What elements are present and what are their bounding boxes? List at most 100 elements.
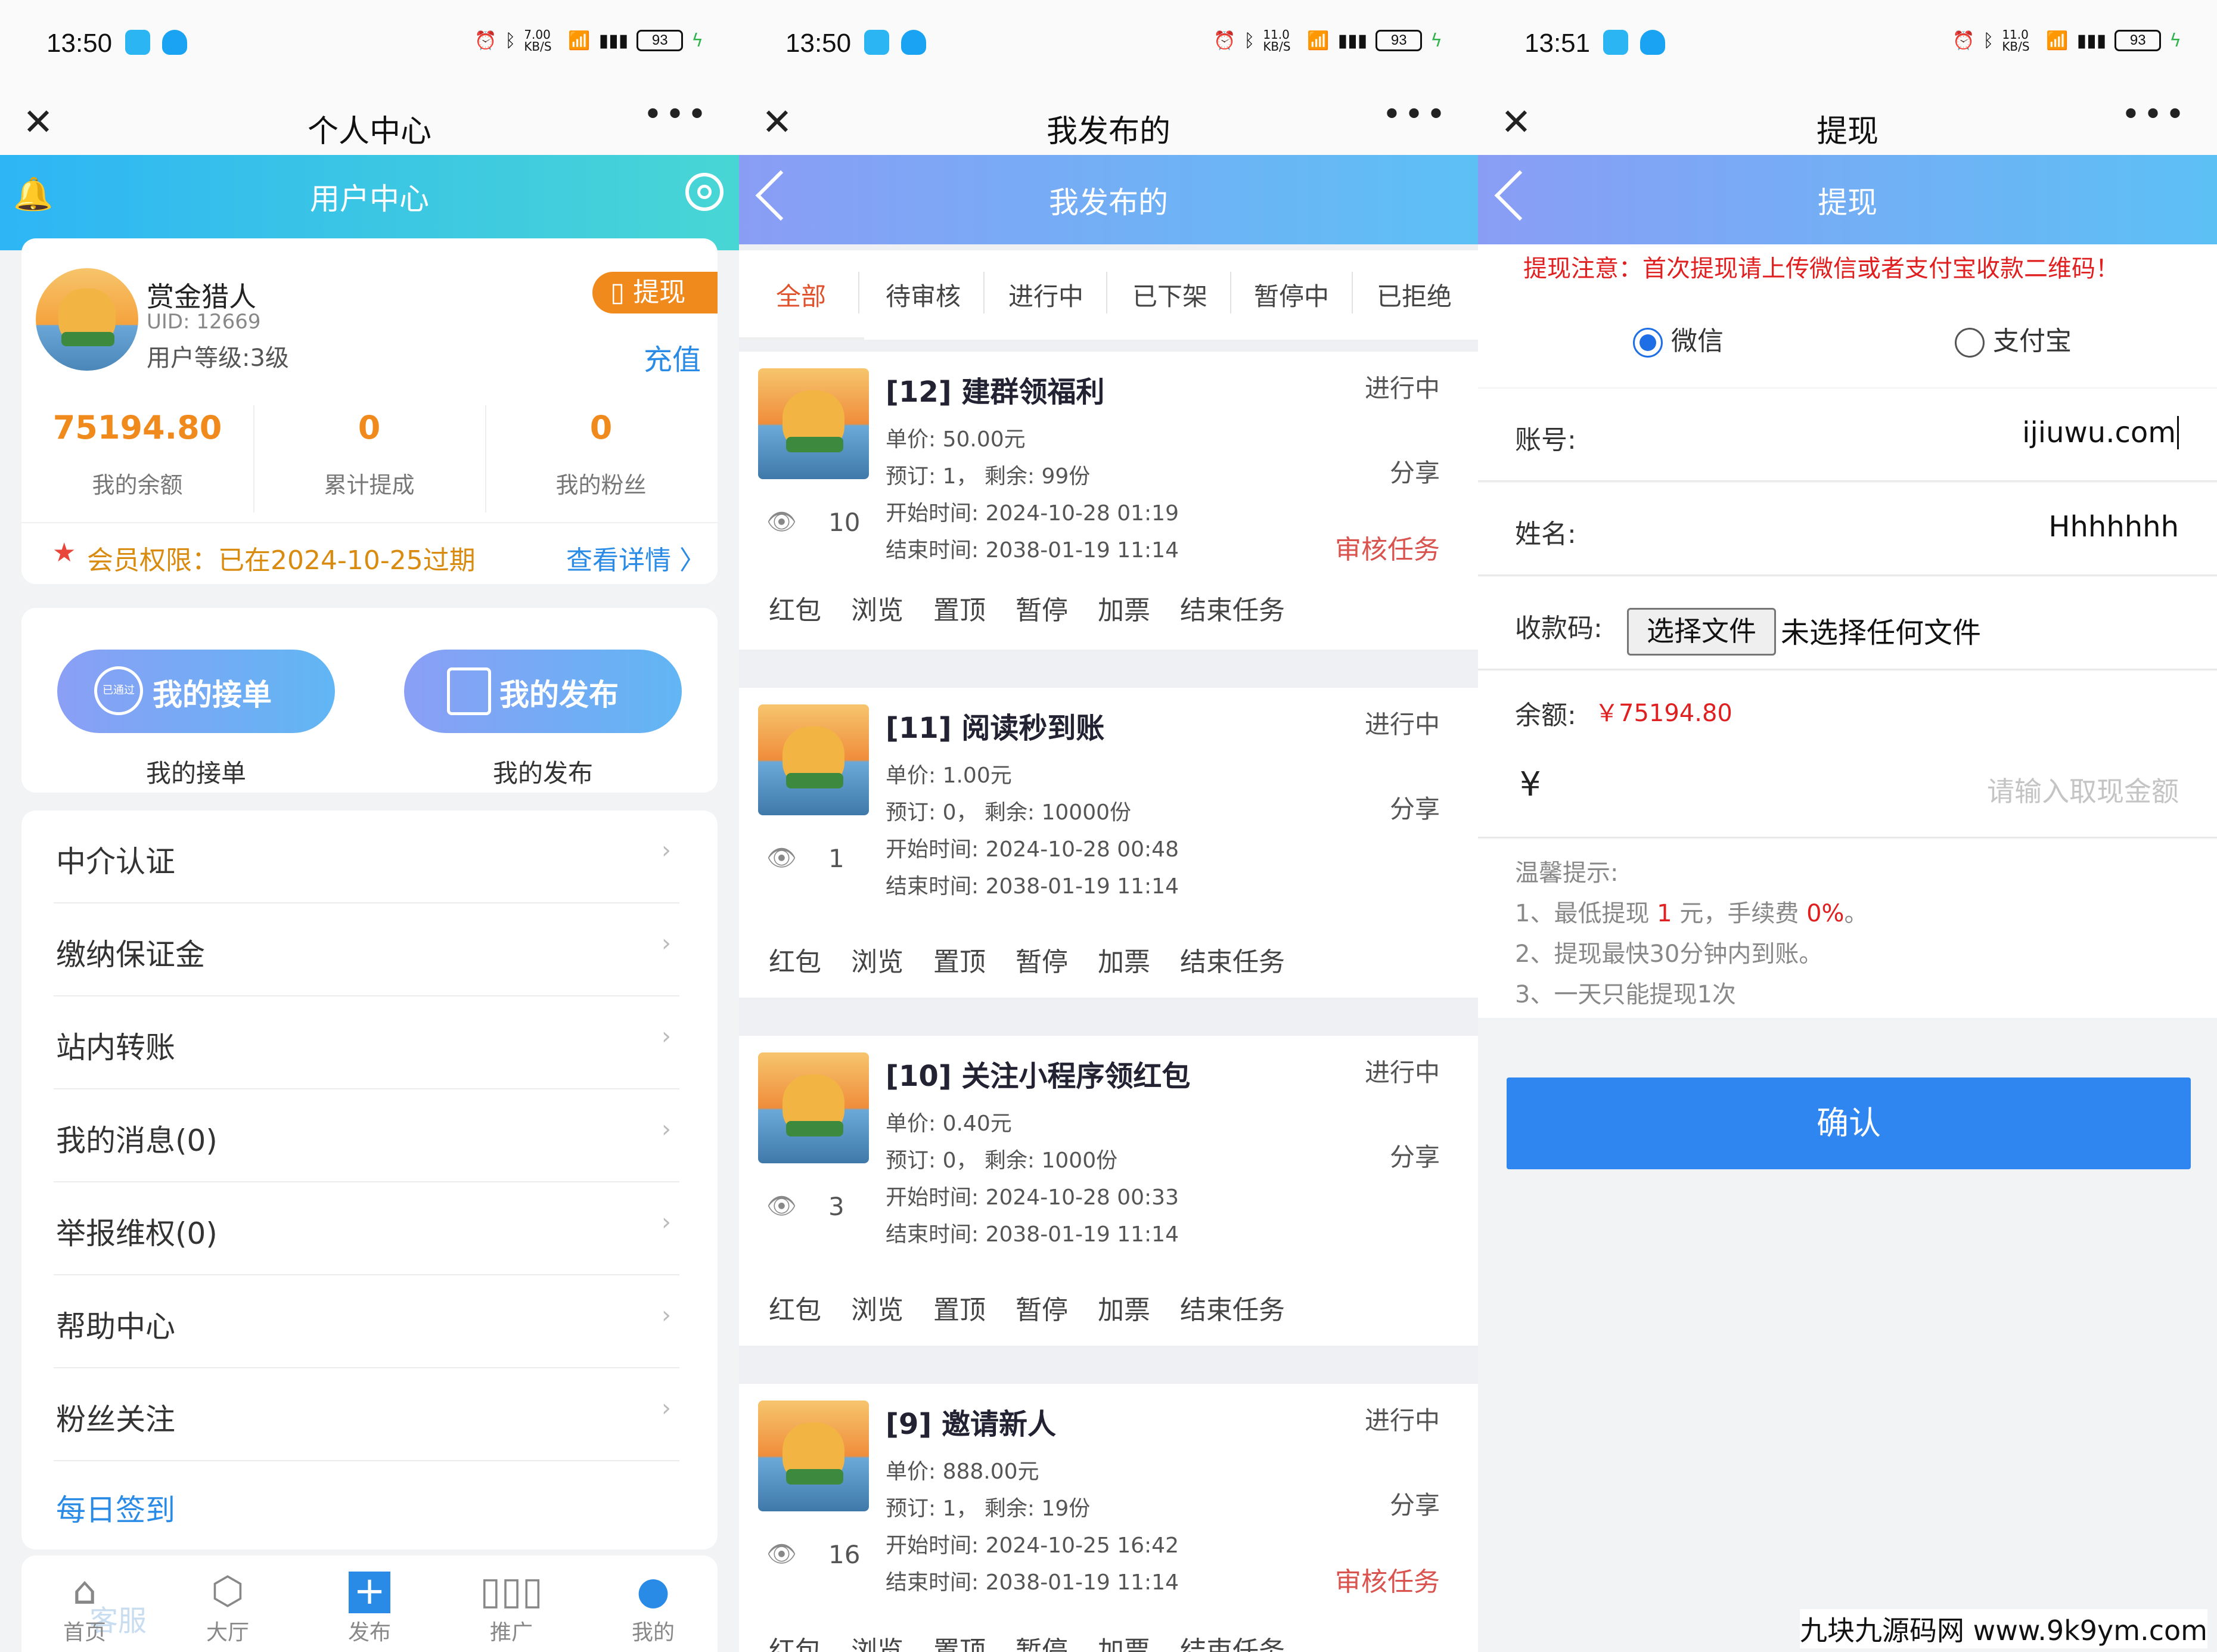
more-icon[interactable]: ••• (643, 95, 709, 134)
tab-label: 大厅 (206, 1620, 249, 1645)
action-end-task[interactable]: 结束任务 (1180, 1288, 1285, 1327)
tab-publish[interactable]: + 发布 (310, 1567, 429, 1646)
audit-task-button[interactable]: 审核任务 (1335, 1560, 1440, 1598)
more-icon[interactable]: ••• (1382, 95, 1448, 134)
settings-icon[interactable] (685, 173, 724, 211)
task-card[interactable]: [10] 关注小程序领红包 进行中 单价: 0.40元 预订: 0， 剩余: 1… (739, 1036, 1478, 1346)
wifi-icon: 📶 (568, 30, 591, 51)
bluetooth-icon: ᛒ (505, 30, 516, 51)
action-end-task[interactable]: 结束任务 (1180, 589, 1285, 627)
task-card[interactable]: [11] 阅读秒到账 进行中 单价: 1.00元 预订: 0， 剩余: 1000… (739, 688, 1478, 998)
tab-hall[interactable]: ⬡ 大厅 (168, 1567, 287, 1646)
tab-pending[interactable]: 待审核 (886, 277, 961, 313)
task-card[interactable]: [9] 邀请新人 进行中 单价: 888.00元 预订: 1， 剩余: 19份 … (739, 1384, 1478, 1652)
user-icon: ● (636, 1569, 670, 1613)
share-button[interactable]: 分享 (1390, 453, 1440, 489)
action-redpacket[interactable]: 红包 (769, 1629, 821, 1652)
choose-file-button[interactable]: 选择文件 (1627, 608, 1776, 656)
action-browse[interactable]: 浏览 (851, 1629, 903, 1652)
profile-uid: UID: 12669 (147, 310, 261, 334)
menu-item-deposit[interactable]: 缴纳保证金 › (54, 903, 679, 996)
daily-checkin-link[interactable]: 每日签到 (56, 1486, 175, 1529)
name-row[interactable]: 姓名: Hhhhhhh (1478, 483, 2217, 576)
action-redpacket[interactable]: 红包 (769, 589, 821, 627)
app-icon (864, 30, 889, 55)
radio-wechat[interactable]: 微信 (1633, 319, 1724, 358)
tab-promote[interactable]: ▯▯▯ 推广 (452, 1567, 571, 1646)
tab-paused[interactable]: 暂停中 (1254, 277, 1329, 313)
tab-all[interactable]: 全部 (776, 277, 826, 313)
my-orders-button[interactable]: 已通过 我的接单 (57, 650, 335, 733)
view-count: 3 (828, 1192, 844, 1221)
share-button[interactable]: 分享 (1390, 1485, 1440, 1521)
action-pause[interactable]: 暂停 (1016, 1629, 1068, 1652)
action-pin[interactable]: 置顶 (933, 1629, 986, 1652)
bluetooth-icon: ᛒ (1983, 30, 1994, 51)
radio-alipay[interactable]: 支付宝 (1955, 319, 2072, 358)
task-card[interactable]: [12] 建群领福利 进行中 单价: 50.00元 预订: 1， 剩余: 99份… (739, 352, 1478, 650)
confirm-button[interactable]: 确认 (1507, 1077, 2191, 1169)
my-posts-button[interactable]: 我的发布 (404, 650, 682, 733)
tab-removed[interactable]: 已下架 (1132, 277, 1207, 313)
action-pause[interactable]: 暂停 (1016, 589, 1068, 627)
account-input[interactable]: ijiuwu.com (2022, 416, 2179, 449)
menu-item-agent-cert[interactable]: 中介认证 › (54, 811, 679, 903)
qq-icon (901, 30, 926, 55)
membership-detail-link[interactable]: 查看详情 〉 (566, 539, 706, 577)
action-pin[interactable]: 置顶 (933, 1288, 986, 1327)
header-bar: 提现 (1478, 155, 2217, 244)
action-add-quota[interactable]: 加票 (1098, 940, 1150, 979)
tab-home[interactable]: ⌂ 首页 (25, 1567, 144, 1646)
menu-item-fans[interactable]: 粉丝关注 › (54, 1368, 679, 1461)
chevron-right-icon: › (662, 930, 671, 957)
tab-me[interactable]: ● 我的 (594, 1567, 713, 1646)
account-label: 账号: (1515, 425, 1576, 455)
name-input[interactable]: Hhhhhhh (2048, 510, 2179, 544)
action-add-quota[interactable]: 加票 (1098, 1288, 1150, 1327)
tip-text: 。 (1844, 900, 1868, 927)
share-button[interactable]: 分享 (1390, 1137, 1440, 1173)
chevron-right-icon: › (662, 837, 671, 864)
action-browse[interactable]: 浏览 (851, 940, 903, 979)
action-pause[interactable]: 暂停 (1016, 1288, 1068, 1327)
withdraw-button[interactable]: ▯ 提现 (592, 272, 718, 313)
action-add-quota[interactable]: 加票 (1098, 1629, 1150, 1652)
share-button[interactable]: 分享 (1390, 789, 1440, 825)
action-end-task[interactable]: 结束任务 (1180, 940, 1285, 979)
yuan-symbol: ¥ (1520, 765, 1541, 804)
more-icon[interactable]: ••• (2121, 95, 2187, 134)
action-end-task[interactable]: 结束任务 (1180, 1629, 1285, 1652)
tip-highlight: 0% (1806, 900, 1845, 927)
action-pin[interactable]: 置顶 (933, 589, 986, 627)
header-title: 我发布的 (1049, 185, 1168, 220)
account-row[interactable]: 账号: ijiuwu.com (1478, 389, 2217, 482)
menu-item-messages[interactable]: 我的消息(0) › (54, 1089, 679, 1182)
tab-active[interactable]: 进行中 (1008, 277, 1083, 313)
action-pause[interactable]: 暂停 (1016, 940, 1068, 979)
recharge-button[interactable]: 充值 (644, 336, 701, 378)
menu-item-help[interactable]: 帮助中心 › (54, 1275, 679, 1368)
stamp-icon: 已通过 (94, 666, 143, 715)
action-add-quota[interactable]: 加票 (1098, 589, 1150, 627)
stat-commission[interactable]: 0 累计提成 (253, 409, 485, 499)
avatar[interactable] (36, 268, 138, 371)
action-pin[interactable]: 置顶 (933, 940, 986, 979)
amount-input[interactable]: 请输入取现金额 (1987, 770, 2179, 809)
task-status: 进行中 (1364, 1058, 1440, 1087)
action-browse[interactable]: 浏览 (851, 1288, 903, 1327)
tip-text: 1、最低提现 (1515, 900, 1657, 927)
tab-rejected[interactable]: 已拒绝 (1377, 277, 1452, 313)
chart-icon: ▯▯▯ (480, 1569, 543, 1613)
menu-item-report[interactable]: 举报维权(0) › (54, 1182, 679, 1275)
chevron-right-icon: › (662, 1023, 671, 1050)
membership-text: 会员权限：已在2024-10-25过期 (87, 545, 476, 576)
action-redpacket[interactable]: 红包 (769, 1288, 821, 1327)
action-redpacket[interactable]: 红包 (769, 940, 821, 979)
action-browse[interactable]: 浏览 (851, 589, 903, 627)
stat-fans[interactable]: 0 我的粉丝 (485, 409, 717, 499)
audit-task-button[interactable]: 审核任务 (1335, 528, 1440, 566)
link-label: 查看详情 (566, 545, 671, 576)
view-count: 16 (828, 1540, 861, 1569)
menu-item-transfer[interactable]: 站内转账 › (54, 996, 679, 1089)
stat-balance[interactable]: 75194.80 我的余额 (21, 409, 253, 499)
